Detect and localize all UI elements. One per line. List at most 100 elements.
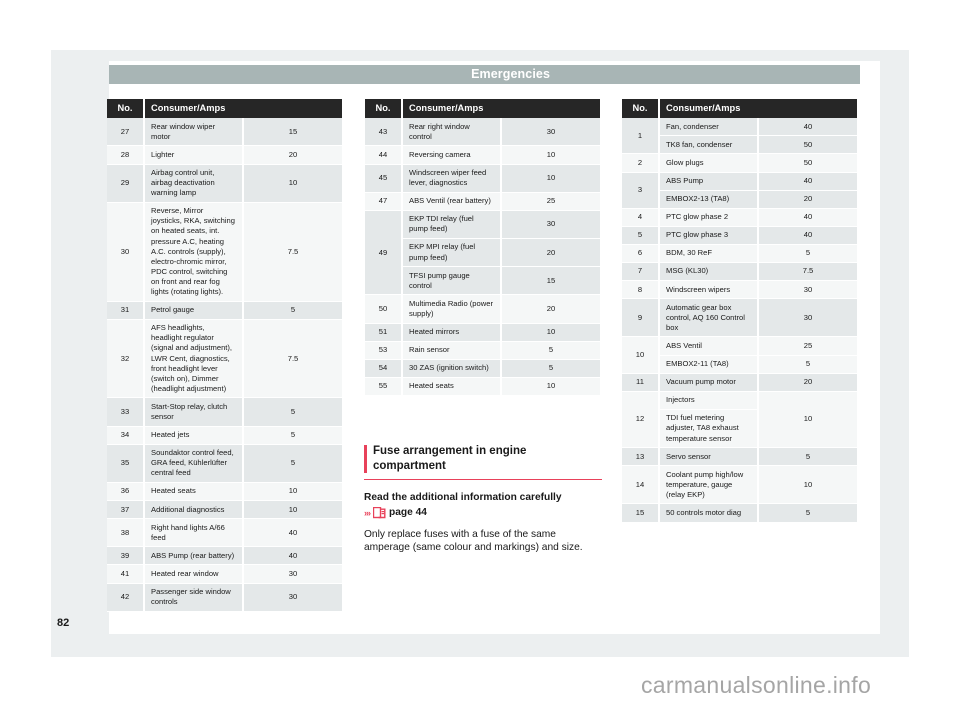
fuse-number-cell: 39 xyxy=(107,546,145,566)
info-page-reference[interactable]: ››› page 44 xyxy=(364,506,602,519)
fuse-number-cell: 30 xyxy=(107,202,145,302)
fuse-description-cell: 50 controls motor diag xyxy=(659,503,759,523)
fuse-amps-cell: 7.5 xyxy=(243,319,342,399)
fuse-description-cell: ABS Ventil xyxy=(659,336,759,356)
fuse-number-cell: 6 xyxy=(622,244,660,263)
fuse-description-cell: Automatic gear box control, AQ 160 Contr… xyxy=(659,298,759,338)
fuse-description-cell: Reversing camera xyxy=(402,145,502,165)
fuse-description-cell: TDI fuel metering adjuster, TA8 exhaust … xyxy=(659,409,759,449)
column-header-consumer: Consumer/Amps xyxy=(402,99,600,119)
fuse-number-cell: 1 xyxy=(622,118,660,155)
fuse-amps-cell: 30 xyxy=(501,210,600,239)
fuse-amps-cell: 10 xyxy=(501,377,600,396)
fuse-amps-cell: 40 xyxy=(758,118,857,137)
fuse-amps-cell: 10 xyxy=(501,323,600,342)
fuse-description-cell: ABS Ventil (rear battery) xyxy=(402,192,502,211)
fuse-description-cell: TFSI pump gauge control xyxy=(402,266,502,296)
fuse-amps-cell: 10 xyxy=(758,391,857,449)
fuse-description-cell: MSG (KL30) xyxy=(659,262,759,282)
fuse-amps-cell: 20 xyxy=(501,238,600,268)
fuse-table-2-body: 43 Rear right window control 30 44 Reversing… xyxy=(365,118,600,396)
fuse-table-column-1: No. Consumer/Amps 27 Rear window wiper mo… xyxy=(107,99,342,612)
table-row: 12 Injectors 10 xyxy=(622,391,857,449)
fuse-description-cell: Right hand lights A/66 feed xyxy=(144,518,244,548)
fuse-amps-cell: 5 xyxy=(501,359,600,378)
fuse-amps-cell: 5 xyxy=(758,244,857,263)
fuse-amps-cell: 50 xyxy=(758,135,857,155)
table-row: 3 ABS Pump 40 xyxy=(622,172,857,209)
fuse-description-cell: AFS headlights, headlight regulator (sig… xyxy=(144,319,244,399)
page-number: 82 xyxy=(57,617,70,629)
fuse-table-3: No. Consumer/Amps 1 Fan, condenser 40 TK8 f… xyxy=(622,99,857,523)
table-row: 35 Soundaktor control feed, GRA feed, Küh… xyxy=(107,444,342,483)
fuse-amps-cell: 10 xyxy=(243,500,342,520)
fuse-amps-cell: 5 xyxy=(758,355,857,374)
fuse-amps-cell: 40 xyxy=(758,172,857,191)
fuse-description-cell: Fan, condenser xyxy=(659,118,759,137)
fuse-description-cell: Petrol gauge xyxy=(144,301,244,320)
fuse-amps-cell: 5 xyxy=(501,341,600,360)
fuse-amps-cell: 15 xyxy=(501,266,600,296)
fuse-description-cell: EKP TDI relay (fuel pump feed) xyxy=(402,210,502,239)
fuse-amps-cell: 30 xyxy=(501,118,600,147)
fuse-amps-cell: 10 xyxy=(243,164,342,203)
fuse-number-cell: 8 xyxy=(622,280,660,300)
table-row: 13 Servo sensor 5 xyxy=(622,447,857,467)
fuse-description-cell: Heated mirrors xyxy=(402,323,502,342)
fuse-number-cell: 15 xyxy=(622,503,660,523)
fuse-amps-cell: 20 xyxy=(758,190,857,209)
fuse-number-cell: 4 xyxy=(622,208,660,227)
fuse-amps-cell: 7.5 xyxy=(243,202,342,302)
fuse-description-cell: Reverse, Mirror joysticks, RKA, switchin… xyxy=(144,202,244,302)
fuse-number-cell: 11 xyxy=(622,373,660,392)
fuse-number-cell: 27 xyxy=(107,118,145,147)
fuse-description-cell: Lighter xyxy=(144,145,244,165)
fuse-amps-cell: 50 xyxy=(758,153,857,173)
fuse-description-cell: Windscreen wiper feed lever, diagnostics xyxy=(402,164,502,193)
table-row: 11 Vacuum pump motor 20 xyxy=(622,373,857,392)
fuse-number-cell: 45 xyxy=(365,164,403,193)
fuse-amps-cell: 7.5 xyxy=(758,262,857,282)
fuse-amps-cell: 5 xyxy=(758,447,857,467)
info-subtitle: Read the additional information carefull… xyxy=(364,492,562,504)
fuse-number-cell: 32 xyxy=(107,319,145,399)
fuse-amps-cell: 30 xyxy=(243,564,342,584)
fuse-description-cell: PTC glow phase 3 xyxy=(659,226,759,245)
fuse-number-cell: 49 xyxy=(365,210,403,296)
fuse-amps-cell: 10 xyxy=(501,145,600,165)
fuse-amps-cell: 5 xyxy=(243,397,342,427)
info-body-text: Only replace fuses with a fuse of the sa… xyxy=(364,528,583,554)
fuse-description-cell: Start-Stop relay, clutch sensor xyxy=(144,397,244,427)
fuse-amps-cell: 20 xyxy=(243,145,342,165)
fuse-amps-cell: 5 xyxy=(243,444,342,483)
fuse-number-cell: 44 xyxy=(365,145,403,165)
table-row: 14 Coolant pump high/low temperature, gau… xyxy=(622,465,857,505)
fuse-number-cell: 2 xyxy=(622,153,660,173)
table-row: 45 Windscreen wiper feed lever, diagnosti… xyxy=(365,164,600,193)
fuse-number-cell: 51 xyxy=(365,323,403,342)
fuse-amps-cell: 40 xyxy=(758,226,857,245)
fuse-number-cell: 28 xyxy=(107,145,145,165)
fuse-amps-cell: 10 xyxy=(501,164,600,193)
table-row: 39 ABS Pump (rear battery) 40 xyxy=(107,546,342,566)
fuse-amps-cell: 30 xyxy=(243,583,342,612)
fuse-description-cell: Heated seats xyxy=(402,377,502,396)
fuse-description-cell: BDM, 30 ReF xyxy=(659,244,759,263)
fuse-description-cell: Rain sensor xyxy=(402,341,502,360)
fuse-number-cell: 41 xyxy=(107,564,145,584)
fuse-description-cell: ABS Pump (rear battery) xyxy=(144,546,244,566)
fuse-table-column-3: No. Consumer/Amps 1 Fan, condenser 40 TK8 f… xyxy=(622,99,857,523)
fuse-number-cell: 10 xyxy=(622,336,660,374)
fuse-number-cell: 36 xyxy=(107,482,145,502)
table-row: 1 Fan, condenser 40 xyxy=(622,118,857,155)
fuse-table-2: No. Consumer/Amps 43 Rear right window co… xyxy=(365,99,600,396)
fuse-number-cell: 35 xyxy=(107,444,145,483)
fuse-number-cell: 37 xyxy=(107,500,145,520)
fuse-amps-cell: 5 xyxy=(243,426,342,445)
table-row: 37 Additional diagnostics 10 xyxy=(107,500,342,520)
fuse-number-cell: 34 xyxy=(107,426,145,445)
table-row: 7 MSG (KL30) 7.5 xyxy=(622,262,857,282)
table-header-row: No. Consumer/Amps xyxy=(622,99,857,119)
fuse-description-cell: EMBOX2-13 (TA8) xyxy=(659,190,759,209)
table-row: 44 Reversing camera 10 xyxy=(365,145,600,165)
